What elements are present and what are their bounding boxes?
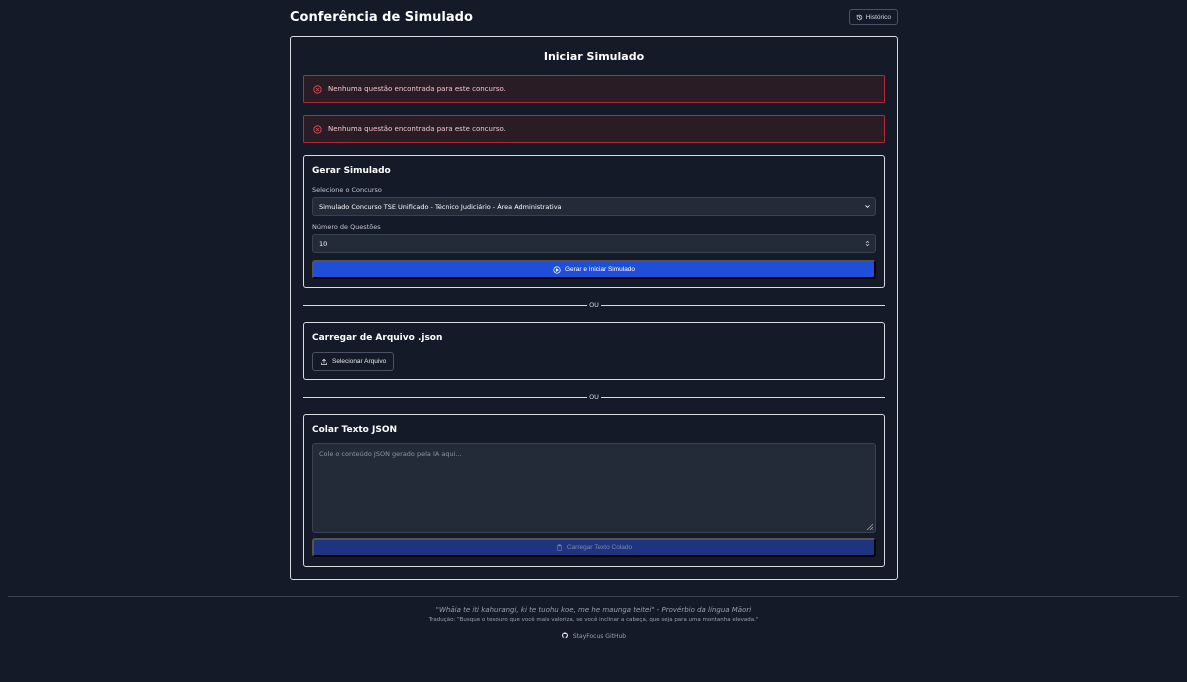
or-divider: OU bbox=[303, 301, 885, 309]
page-title: Conferência de Simulado bbox=[290, 9, 473, 25]
github-link[interactable]: StayFocus GitHub bbox=[0, 632, 1187, 641]
error-alert-message: Nenhuma questão encontrada para este con… bbox=[328, 85, 506, 93]
questions-number-value: 10 bbox=[319, 239, 328, 248]
footer-quote: "Whāia te iti kahurangi, ki te tuohu koe… bbox=[435, 606, 752, 614]
x-circle-icon bbox=[313, 124, 322, 134]
concurso-select[interactable]: Simulado Concurso TSE Unificado - Técnic… bbox=[312, 197, 876, 216]
footer-translation: Tradução: "Busque o tesouro que você mai… bbox=[428, 617, 759, 623]
github-link-label: StayFocus GitHub bbox=[572, 633, 627, 640]
history-button[interactable]: Histórico bbox=[848, 9, 898, 25]
simulado-card: Iniciar Simulado Nenhuma questão encontr… bbox=[290, 36, 898, 580]
select-file-button-label: Selecionar Arquivo bbox=[332, 358, 387, 365]
load-pasted-text-button[interactable]: Carregar Texto Colado bbox=[312, 538, 876, 557]
resize-handle-icon[interactable] bbox=[866, 523, 874, 531]
concurso-label: Selecione o Concurso bbox=[312, 186, 382, 194]
play-circle-icon bbox=[553, 265, 561, 274]
clipboard-icon bbox=[557, 544, 562, 551]
or-divider: OU bbox=[303, 393, 885, 401]
paste-json-title: Colar Texto JSON bbox=[312, 425, 398, 435]
footer-divider bbox=[8, 596, 1179, 597]
questions-number-input[interactable]: 10 bbox=[312, 234, 876, 253]
chevron-down-icon bbox=[865, 205, 870, 208]
card-title: Iniciar Simulado bbox=[543, 50, 645, 63]
file-upload-section: Carregar de Arquivo .json Selecionar Arq… bbox=[303, 322, 885, 380]
generate-section: Gerar Simulado Selecione o Concurso Simu… bbox=[303, 155, 885, 288]
github-icon bbox=[561, 632, 568, 639]
stepper-icon[interactable] bbox=[864, 240, 871, 247]
error-alert: Nenhuma questão encontrada para este con… bbox=[303, 115, 885, 143]
concurso-select-value: Simulado Concurso TSE Unificado - Técnic… bbox=[319, 202, 562, 211]
generate-start-button[interactable]: Gerar e Iniciar Simulado bbox=[312, 260, 876, 279]
history-button-label: Histórico bbox=[865, 13, 891, 21]
generate-start-button-label: Gerar e Iniciar Simulado bbox=[564, 266, 636, 273]
file-upload-title: Carregar de Arquivo .json bbox=[312, 333, 443, 343]
json-textarea-placeholder: Cole o conteúdo JSON gerado pela IA aqui… bbox=[319, 450, 462, 458]
error-alert: Nenhuma questão encontrada para este con… bbox=[303, 75, 885, 103]
or-divider-label: OU bbox=[587, 301, 601, 309]
or-divider-label: OU bbox=[587, 393, 601, 401]
history-icon bbox=[856, 14, 862, 20]
x-circle-icon bbox=[313, 84, 322, 94]
load-pasted-text-button-label: Carregar Texto Colado bbox=[566, 544, 633, 551]
error-alert-message: Nenhuma questão encontrada para este con… bbox=[328, 125, 506, 133]
json-textarea[interactable]: Cole o conteúdo JSON gerado pela IA aqui… bbox=[312, 443, 876, 533]
generate-section-title: Gerar Simulado bbox=[312, 166, 391, 176]
paste-json-section: Colar Texto JSON Cole o conteúdo JSON ge… bbox=[303, 414, 885, 567]
select-file-button[interactable]: Selecionar Arquivo bbox=[312, 352, 395, 371]
questions-label: Número de Questões bbox=[312, 223, 381, 231]
upload-icon bbox=[321, 358, 327, 365]
page-header: Conferência de Simulado Histórico bbox=[290, 8, 898, 26]
